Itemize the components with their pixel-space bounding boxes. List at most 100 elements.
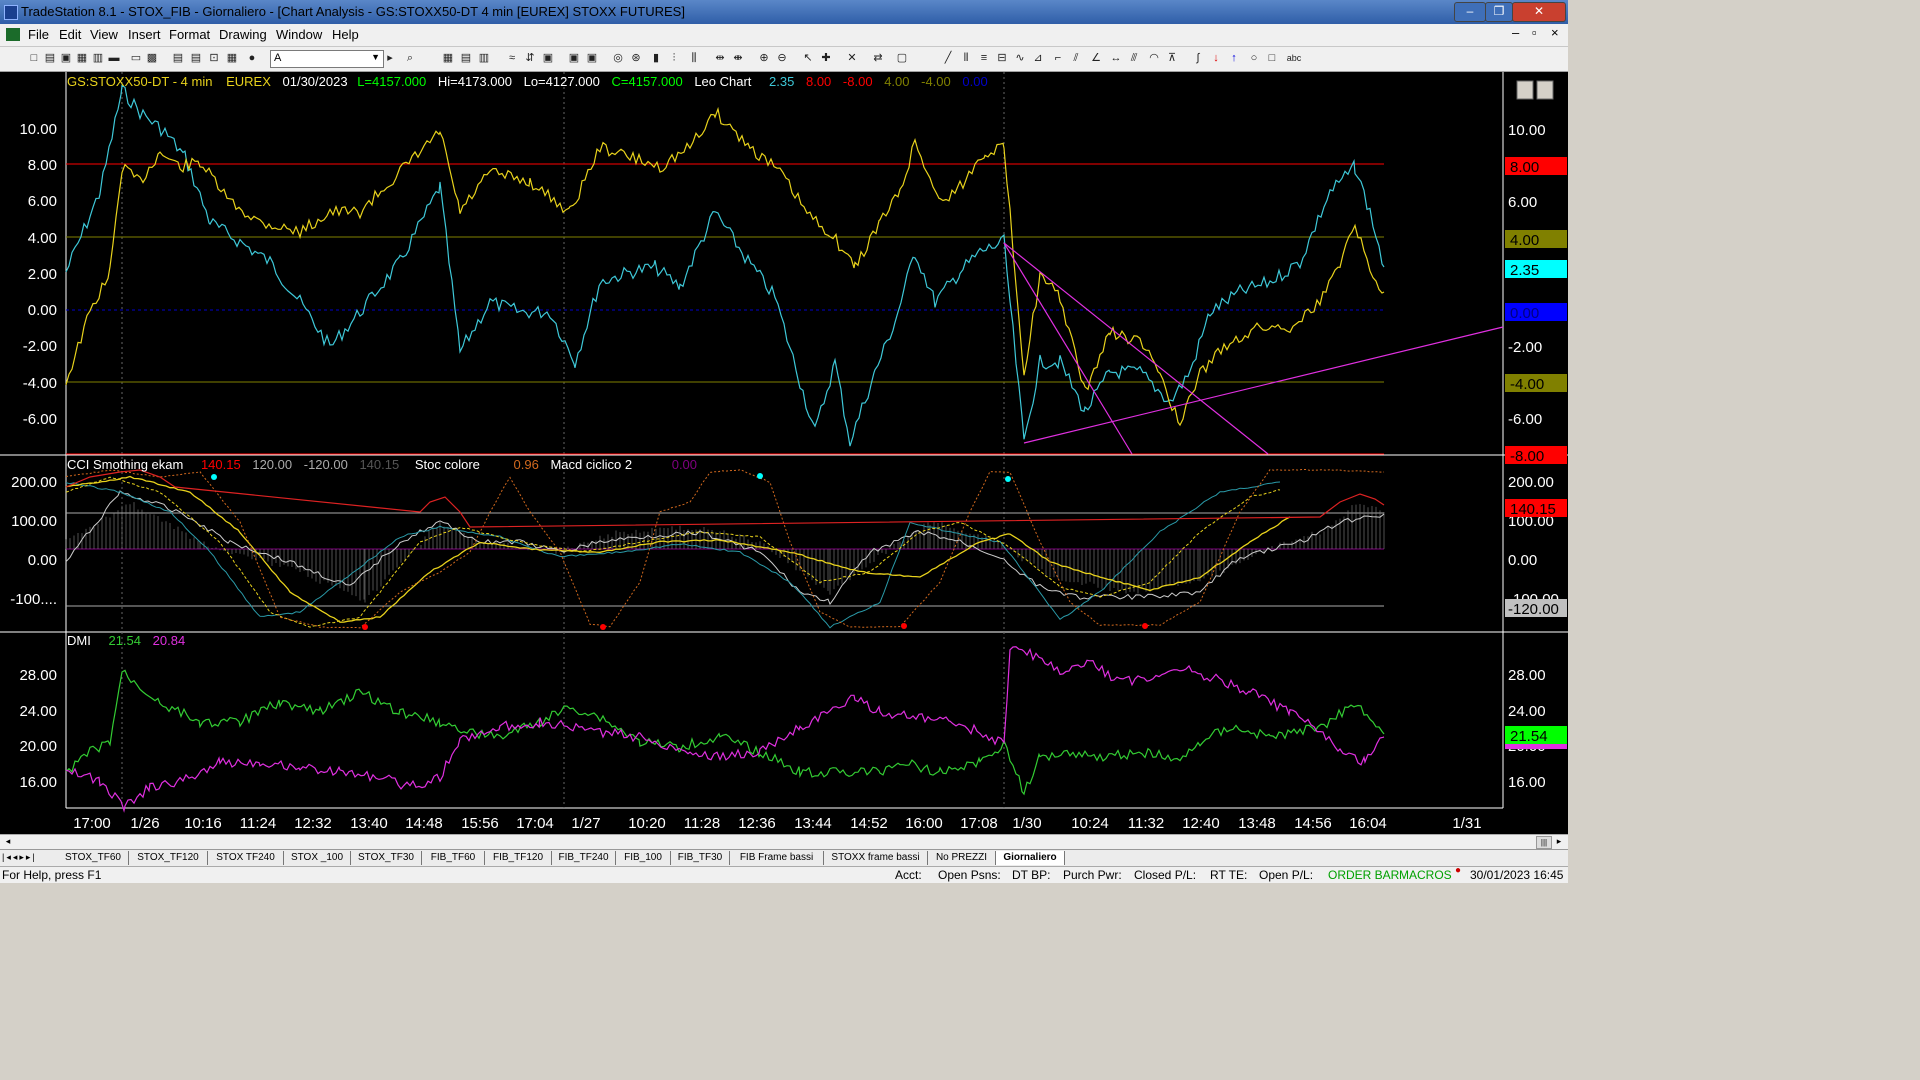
open-icon[interactable]: ▣ — [60, 52, 72, 64]
ellipse-icon[interactable]: ○ — [1248, 52, 1260, 64]
scroll-right-icon[interactable]: ▸ — [1553, 836, 1565, 847]
rectangle-icon[interactable]: □ — [1266, 52, 1278, 64]
trendline-up[interactable] — [1023, 326, 1504, 444]
tab-stox-tf240[interactable]: STOX TF240 — [208, 851, 284, 865]
strategy-icon[interactable]: ⇵ — [524, 52, 536, 64]
menu-format[interactable]: Format — [169, 27, 210, 42]
bar-chart3-icon[interactable]: ⫼ — [688, 52, 700, 64]
find-icon[interactable]: ⌕ — [404, 52, 416, 64]
new-icon[interactable]: □ — [28, 52, 40, 64]
menu-file[interactable]: File — [28, 27, 49, 42]
save-icon[interactable]: ▦ — [76, 52, 88, 64]
horizontal-lines-icon[interactable]: ≡ — [978, 52, 990, 64]
arrow-right-icon[interactable]: ▸ — [384, 52, 396, 64]
chevron-down-icon[interactable]: ▼ — [371, 52, 380, 62]
menu-window[interactable]: Window — [276, 27, 322, 42]
tab-stoxx-frame-bassi[interactable]: STOXX frame bassi — [824, 851, 928, 865]
chart-canvas[interactable]: GS:STOXX50-DT - 4 min EUREX 01/30/2023 L… — [0, 72, 1568, 834]
minimize-button[interactable]: ‒ — [1454, 2, 1486, 22]
subchart-minimize-button[interactable] — [1516, 80, 1534, 100]
matrix-icon[interactable]: ⊛ — [630, 52, 642, 64]
scroll-left-icon[interactable]: ◂ — [2, 836, 14, 847]
tab-fib-tf30[interactable]: FIB_TF30 — [671, 851, 730, 865]
lock-icon[interactable]: ⊡ — [208, 52, 220, 64]
tab-fib-100[interactable]: FIB_100 — [616, 851, 671, 865]
tools-icon[interactable]: ✕ — [846, 52, 858, 64]
chart2-icon[interactable]: ▤ — [460, 52, 472, 64]
scanner-icon[interactable]: ▣ — [586, 52, 598, 64]
tab-fib-frame-bassi[interactable]: FIB Frame bassi — [730, 851, 824, 865]
window-icon[interactable]: ▤ — [172, 52, 184, 64]
indicator-icon[interactable]: ≈ — [506, 52, 518, 64]
print-preview-icon[interactable]: ▭ — [130, 52, 142, 64]
note-icon[interactable]: ▢ — [896, 52, 908, 64]
menu-view[interactable]: View — [90, 27, 118, 42]
data-icon[interactable]: ⇄ — [872, 52, 884, 64]
chart-area[interactable]: GS:STOXX50-DT - 4 min EUREX 01/30/2023 L… — [0, 72, 1568, 834]
quote-icon[interactable]: ◎ — [612, 52, 624, 64]
tab-stox-100[interactable]: STOX _100 — [284, 851, 351, 865]
tab-no-prezzi[interactable]: No PREZZI — [928, 851, 996, 865]
horizontal-scrollbar[interactable]: ◂ ||| ▸ — [0, 834, 1568, 849]
trendline-steep[interactable] — [1003, 242, 1133, 455]
tab-fib-tf240[interactable]: FIB_TF240 — [552, 851, 616, 865]
chart-icon[interactable]: ▦ — [442, 52, 454, 64]
expand-icon[interactable]: ⇹ — [714, 52, 726, 64]
new-workspace-icon[interactable]: ▤ — [44, 52, 56, 64]
tab-stox-tf30[interactable]: STOX_TF30 — [351, 851, 422, 865]
subchart-restore-button[interactable] — [1536, 80, 1554, 100]
window2-icon[interactable]: ▤ — [190, 52, 202, 64]
tab-stox-tf120[interactable]: STOX_TF120 — [129, 851, 208, 865]
speed-lines-icon[interactable]: ⫽ — [1070, 52, 1082, 64]
save-all-icon[interactable]: ▥ — [92, 52, 104, 64]
channel-icon[interactable]: ⊟ — [996, 52, 1008, 64]
scroll-thumb[interactable]: ||| — [1536, 836, 1552, 849]
menu-insert[interactable]: Insert — [128, 27, 161, 42]
pointer-icon[interactable]: ↖ — [802, 52, 814, 64]
chart3-icon[interactable]: ▥ — [478, 52, 490, 64]
arrow-down-icon[interactable]: ↓ — [1210, 52, 1222, 64]
bar-chart-icon[interactable]: ▮ — [650, 52, 662, 64]
compress-icon[interactable]: ⇼ — [732, 52, 744, 64]
print-icon[interactable]: ▩ — [146, 52, 158, 64]
zoom-in-icon[interactable]: ⊕ — [758, 52, 770, 64]
tab-giornaliero[interactable]: Giornaliero — [996, 851, 1065, 865]
tab-fib-tf120[interactable]: FIB_TF120 — [485, 851, 552, 865]
folder-icon[interactable]: ▬ — [108, 52, 120, 64]
bar-chart2-icon[interactable]: ⫶ — [668, 52, 680, 64]
tab-nav-arrows-icon[interactable]: |◂◂▸▸| — [2, 852, 37, 863]
wave-icon[interactable]: ∿ — [1014, 52, 1026, 64]
radar-icon[interactable]: ▣ — [568, 52, 580, 64]
menu-drawing[interactable]: Drawing — [219, 27, 267, 42]
close-button[interactable]: ✕ — [1512, 2, 1566, 22]
extension-icon[interactable]: ↔ — [1110, 52, 1122, 64]
status-order-bar[interactable]: ORDER BAR — [1328, 868, 1399, 882]
document-icon[interactable] — [6, 28, 20, 41]
arc-icon[interactable]: ◠ — [1148, 52, 1160, 64]
parallel-icon[interactable]: ⫻ — [1128, 52, 1140, 64]
crosshair-icon[interactable]: ✚ — [820, 52, 832, 64]
status-macros[interactable]: MACROS — [1399, 868, 1452, 882]
trendline-icon[interactable]: ╱ — [942, 52, 954, 64]
grid-icon[interactable]: ▦ — [226, 52, 238, 64]
tab-stox-tf60[interactable]: STOX_TF60 — [58, 851, 129, 865]
mdi-restore-button[interactable]: ▫ — [1532, 25, 1537, 40]
freehand-icon[interactable]: ∫ — [1192, 52, 1204, 64]
restore-button[interactable]: ❐ — [1485, 2, 1513, 22]
fib-icon[interactable]: ⊿ — [1032, 52, 1044, 64]
trendline-down[interactable] — [1003, 242, 1269, 455]
mdi-minimize-button[interactable]: – — [1512, 25, 1519, 40]
fan-icon[interactable]: ⊼ — [1166, 52, 1178, 64]
vertical-lines-icon[interactable]: ⫴ — [960, 52, 972, 64]
text-icon[interactable]: abc — [1284, 52, 1304, 64]
menu-help[interactable]: Help — [332, 27, 359, 42]
font-select[interactable]: A ▼ — [270, 50, 384, 68]
zoom-out-icon[interactable]: ⊖ — [776, 52, 788, 64]
analysis-icon[interactable]: ▣ — [542, 52, 554, 64]
tab-fib-tf60[interactable]: FIB_TF60 — [422, 851, 485, 865]
gann-icon[interactable]: ∠ — [1090, 52, 1102, 64]
arrow-up-icon[interactable]: ↑ — [1228, 52, 1240, 64]
andrews-icon[interactable]: ⌐ — [1052, 52, 1064, 64]
mdi-close-button[interactable]: × — [1551, 25, 1559, 40]
menu-edit[interactable]: Edit — [59, 27, 81, 42]
